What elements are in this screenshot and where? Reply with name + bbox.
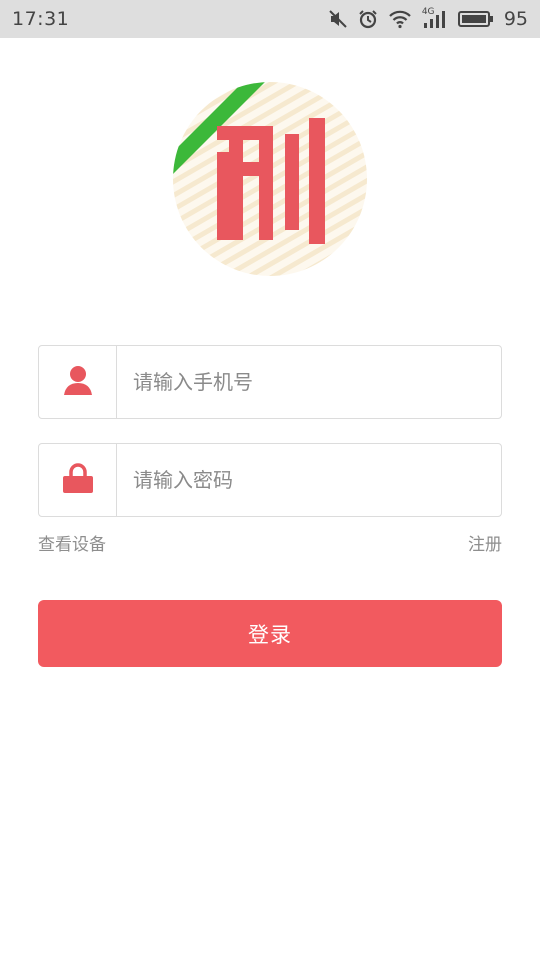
- battery-icon: [457, 9, 494, 29]
- battery-level: 95: [503, 8, 528, 30]
- phone-input[interactable]: [117, 346, 501, 418]
- network-label: 4G: [421, 7, 435, 17]
- password-icon-box: [39, 444, 117, 516]
- login-button[interactable]: 登录: [38, 600, 502, 667]
- link-row: 查看设备 注册: [38, 530, 502, 555]
- phone-icon-box: [39, 346, 117, 418]
- password-input[interactable]: [117, 444, 501, 516]
- status-bar: 17:31 4G 95: [0, 0, 540, 38]
- view-device-link[interactable]: 查看设备: [38, 530, 106, 555]
- mute-icon: [328, 9, 348, 29]
- app-logo: [173, 82, 367, 276]
- password-field[interactable]: [38, 443, 502, 517]
- lock-icon: [62, 462, 94, 498]
- alarm-icon: [358, 9, 378, 29]
- wifi-icon: [388, 9, 412, 29]
- phone-field[interactable]: [38, 345, 502, 419]
- signal-icon: 4G: [421, 7, 448, 29]
- status-time: 17:31: [12, 8, 70, 30]
- register-link[interactable]: 注册: [468, 530, 502, 555]
- user-icon: [62, 364, 94, 400]
- status-icons: 4G 95: [328, 7, 528, 30]
